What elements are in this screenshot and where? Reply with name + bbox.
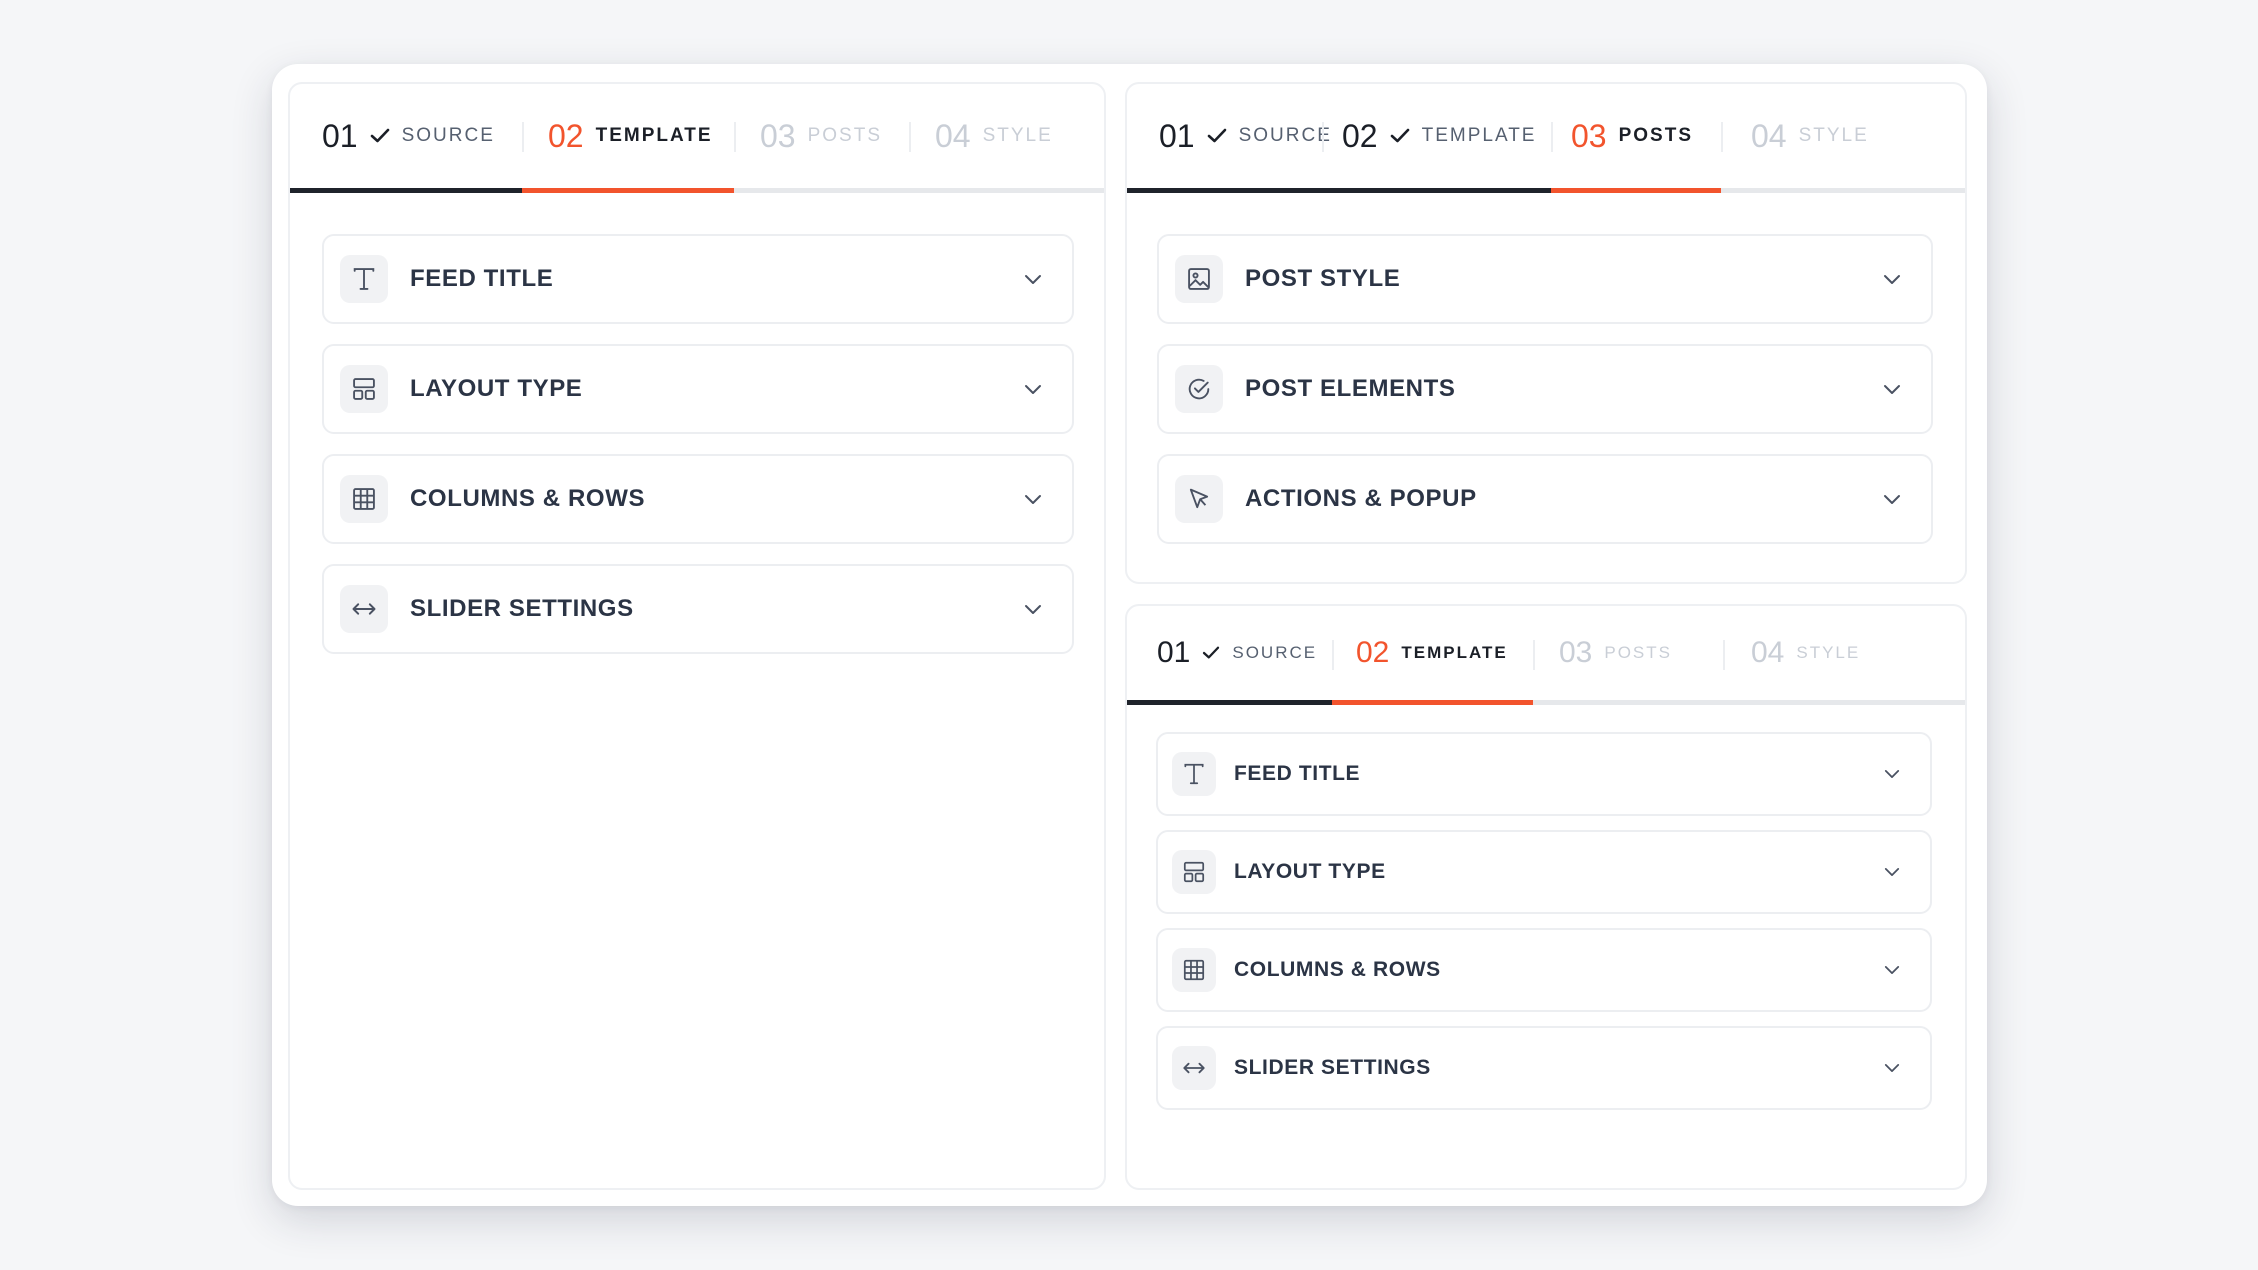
layout-type-accordion[interactable]: LAYOUT TYPE	[322, 344, 1074, 434]
tab-number: 04	[1751, 636, 1785, 669]
chevron-down-icon	[1884, 867, 1900, 877]
arrows-horizontal-icon	[1172, 1046, 1216, 1090]
tab-style[interactable]: 04 STYLE	[1723, 606, 1923, 705]
checkmark-icon	[1390, 128, 1410, 144]
columns-rows-accordion[interactable]: COLUMNS & ROWS	[322, 454, 1074, 544]
post-elements-accordion[interactable]: POST ELEMENTS	[1157, 344, 1933, 434]
layout-icon	[340, 365, 388, 413]
slider-settings-accordion[interactable]: SLIDER SETTINGS	[322, 564, 1074, 654]
chevron-down-icon	[1884, 769, 1900, 779]
tab-template[interactable]: 02 TEMPLATE	[522, 84, 734, 193]
cursor-icon	[1175, 475, 1223, 523]
chevron-down-icon	[1024, 384, 1042, 395]
posts-panel: 01 SOURCE 02 TEMPLATE 03 POSTS 04 STYLE	[1125, 82, 1967, 584]
arrows-horizontal-icon	[340, 585, 388, 633]
text-icon	[340, 255, 388, 303]
accordion-label: POST STYLE	[1245, 265, 1401, 292]
tab-posts[interactable]: 03 POSTS	[1551, 84, 1721, 193]
tab-label: STYLE	[1798, 125, 1869, 146]
tab-label: STYLE	[1796, 643, 1861, 662]
tab-number: 02	[1342, 117, 1378, 154]
accordion-label: FEED TITLE	[410, 265, 554, 292]
step-tabs: 01 SOURCE 02 TEMPLATE 03 POSTS 04 STYLE	[290, 84, 1104, 193]
tab-number: 03	[1559, 636, 1593, 669]
tab-number: 01	[1159, 117, 1195, 154]
step-tabs: 01 SOURCE 02 TEMPLATE 03 POSTS 04 STYLE	[1127, 84, 1965, 193]
accordion-label: SLIDER SETTINGS	[410, 595, 634, 622]
tab-label: SOURCE	[401, 125, 495, 146]
image-icon	[1175, 255, 1223, 303]
accordion-label: LAYOUT TYPE	[410, 375, 583, 402]
tab-source[interactable]: 01 SOURCE	[1127, 84, 1330, 193]
tab-number: 04	[1751, 117, 1787, 154]
tab-label: SOURCE	[1238, 125, 1332, 146]
tab-source[interactable]: 01 SOURCE	[1127, 606, 1332, 705]
chevron-down-icon	[1024, 604, 1042, 615]
check-circle-icon	[1175, 365, 1223, 413]
tab-label: POSTS	[807, 125, 882, 146]
accordion-label: COLUMNS & ROWS	[410, 485, 646, 512]
actions-popup-accordion[interactable]: ACTIONS & POPUP	[1157, 454, 1933, 544]
accordion-label: POST ELEMENTS	[1245, 375, 1456, 402]
layout-type-accordion[interactable]: LAYOUT TYPE	[1156, 830, 1932, 914]
layout-icon	[1172, 850, 1216, 894]
tab-number: 02	[548, 117, 584, 154]
text-icon	[1172, 752, 1216, 796]
feed-title-accordion[interactable]: FEED TITLE	[322, 234, 1074, 324]
tab-style[interactable]: 04 STYLE	[909, 84, 1099, 193]
accordion-label: FEED TITLE	[1234, 762, 1361, 785]
tab-label: POSTS	[1604, 643, 1672, 662]
tab-label: TEMPLATE	[1401, 643, 1508, 662]
accordion-label: LAYOUT TYPE	[1234, 860, 1386, 883]
tab-posts[interactable]: 03 POSTS	[1533, 606, 1723, 705]
tab-number: 03	[1571, 117, 1607, 154]
tab-label: TEMPLATE	[595, 125, 713, 146]
chevron-down-icon	[1883, 274, 1901, 285]
chevron-down-icon	[1883, 494, 1901, 505]
slider-settings-accordion[interactable]: SLIDER SETTINGS	[1156, 1026, 1932, 1110]
template-panel-right: 01 SOURCE 02 TEMPLATE 03 POSTS 04 STYLE …	[1125, 604, 1967, 1190]
tab-style[interactable]: 04 STYLE	[1721, 84, 1921, 193]
columns-rows-accordion[interactable]: COLUMNS & ROWS	[1156, 928, 1932, 1012]
tab-number: 02	[1356, 636, 1390, 669]
tab-posts[interactable]: 03 POSTS	[734, 84, 909, 193]
tab-number: 03	[760, 117, 796, 154]
tab-number: 01	[1157, 636, 1191, 669]
tab-number: 04	[935, 117, 971, 154]
tab-label: SOURCE	[1232, 643, 1318, 662]
tab-label: POSTS	[1618, 125, 1693, 146]
tab-template[interactable]: 02 TEMPLATE	[1322, 84, 1551, 193]
chevron-down-icon	[1024, 274, 1042, 285]
tab-source[interactable]: 01 SOURCE	[290, 84, 522, 193]
checkmark-icon	[1207, 128, 1227, 144]
chevron-down-icon	[1024, 494, 1042, 505]
settings-card: 01 SOURCE 02 TEMPLATE 03 POSTS 04 STYLE …	[272, 64, 1987, 1206]
tab-label: STYLE	[982, 125, 1053, 146]
accordion-label: ACTIONS & POPUP	[1245, 485, 1477, 512]
grid-icon	[340, 475, 388, 523]
accordion-label: COLUMNS & ROWS	[1234, 958, 1441, 981]
tab-number: 01	[322, 117, 358, 154]
checkmark-icon	[370, 128, 390, 144]
step-tabs: 01 SOURCE 02 TEMPLATE 03 POSTS 04 STYLE	[1127, 606, 1965, 705]
feed-title-accordion[interactable]: FEED TITLE	[1156, 732, 1932, 816]
template-panel-left: 01 SOURCE 02 TEMPLATE 03 POSTS 04 STYLE …	[288, 82, 1106, 1190]
post-style-accordion[interactable]: POST STYLE	[1157, 234, 1933, 324]
chevron-down-icon	[1884, 1063, 1900, 1073]
tab-label: TEMPLATE	[1421, 125, 1537, 146]
tab-template[interactable]: 02 TEMPLATE	[1332, 606, 1533, 705]
accordion-label: SLIDER SETTINGS	[1234, 1056, 1431, 1079]
grid-icon	[1172, 948, 1216, 992]
checkmark-icon	[1202, 646, 1220, 660]
chevron-down-icon	[1884, 965, 1900, 975]
chevron-down-icon	[1883, 384, 1901, 395]
